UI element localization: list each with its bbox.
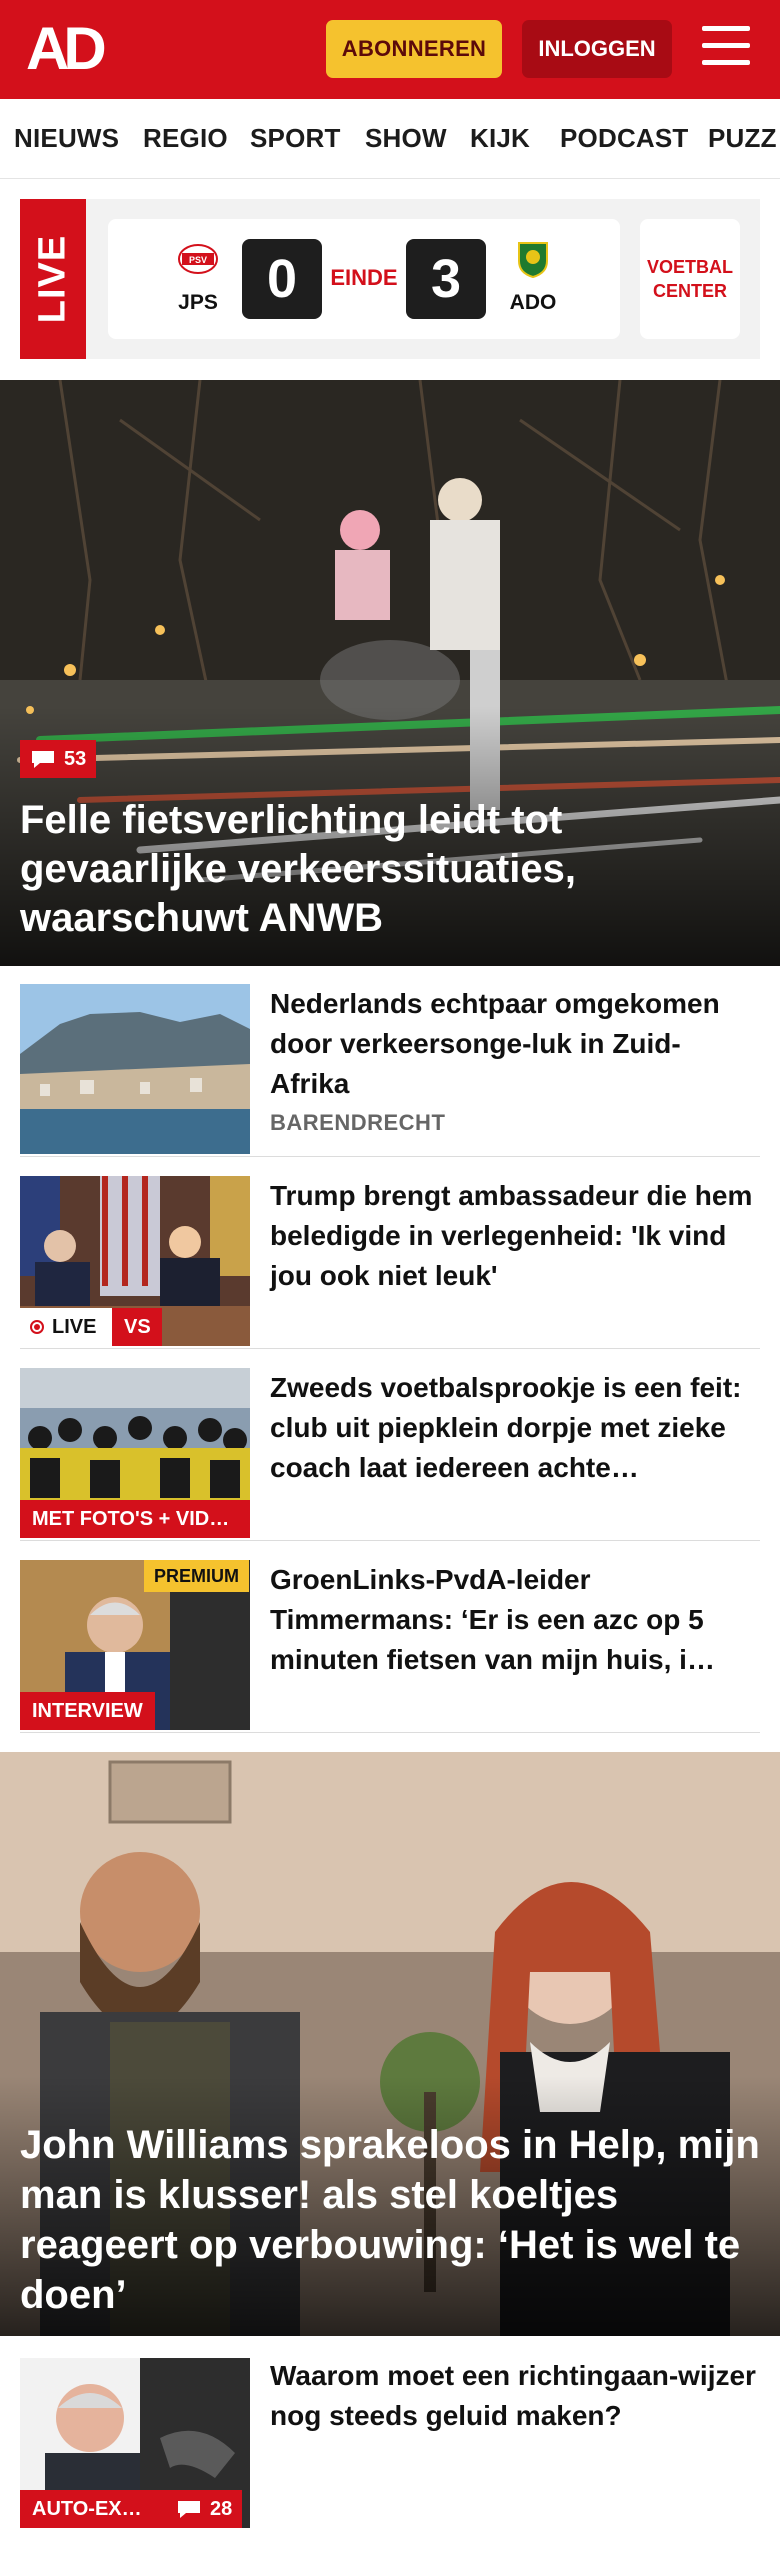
away-team: ADO <box>498 239 568 315</box>
feature-article[interactable]: John Williams sprakeloos in Help, mijn m… <box>0 1752 780 2336</box>
live-dot-icon <box>30 1320 44 1334</box>
category-tag: INTERVIEW <box>20 1692 155 1730</box>
premium-badge: PREMIUM <box>144 1560 249 1592</box>
list-item[interactable]: PREMIUM INTERVIEW GroenLinks-PvdA-leider… <box>20 1560 760 1733</box>
comment-icon <box>32 751 54 768</box>
live-tag: LIVE <box>20 199 86 359</box>
hero-title[interactable]: Felle fietsverlichting leidt tot gevaarl… <box>20 796 740 943</box>
live-score-widget: LIVE PSV JPS 0 EINDE 3 ADO VOETBAL CENTE… <box>20 199 760 359</box>
article-title[interactable]: Zweeds voetbalsprookje is een feit: club… <box>270 1368 760 1488</box>
hero-article[interactable]: 53 Felle fietsverlichting leidt tot geva… <box>0 380 780 966</box>
article-location: BARENDRECHT <box>270 1110 446 1135</box>
list-item[interactable]: LIVE VS Trump brengt ambassadeur die hem… <box>20 1176 760 1349</box>
away-score: 3 <box>406 239 486 319</box>
ad-logo[interactable]: AD <box>26 19 116 79</box>
nav-item-regio[interactable]: REGIO <box>143 123 228 154</box>
article-title[interactable]: GroenLinks-PvdA-leider Timmermans: ‘Er i… <box>270 1560 760 1680</box>
list-item[interactable]: MET FOTO'S + VID… Zweeds voetbalsprookje… <box>20 1368 760 1541</box>
article-title[interactable]: Nederlands echtpaar omgekomen door verke… <box>270 984 760 1104</box>
home-team: PSV JPS <box>163 239 233 315</box>
live-label: LIVE <box>52 1315 97 1338</box>
category-tag: AUTO-EX… <box>20 2490 166 2528</box>
feature-title[interactable]: John Williams sprakeloos in Help, mijn m… <box>20 2120 760 2320</box>
match-card[interactable]: PSV JPS 0 EINDE 3 ADO <box>108 219 620 339</box>
media-tag: MET FOTO'S + VID… <box>20 1500 250 1538</box>
article-thumbnail <box>20 984 250 1154</box>
nav-item-show[interactable]: SHOW <box>365 123 447 154</box>
hero-comment-badge[interactable]: 53 <box>20 740 97 778</box>
comment-badge[interactable]: 28 <box>166 2490 243 2528</box>
voetbal-center-button[interactable]: VOETBAL CENTER <box>640 219 740 339</box>
svg-text:PSV: PSV <box>189 255 207 265</box>
subscribe-button[interactable]: ABONNEREN <box>326 20 502 78</box>
site-header: AD ABONNEREN INLOGGEN <box>0 0 780 99</box>
hero-comment-count: 53 <box>64 747 87 770</box>
list-item[interactable]: Nederlands echtpaar omgekomen door verke… <box>20 984 760 1157</box>
nav-item-nieuws[interactable]: NIEUWS <box>14 123 119 154</box>
list-item[interactable]: AUTO-EX… 28 Waarom moet een richtingaan-… <box>20 2354 760 2544</box>
hamburger-icon[interactable] <box>702 26 750 70</box>
nav-item-kijk[interactable]: KIJK <box>470 123 530 154</box>
nav-item-podcast[interactable]: PODCAST <box>560 123 689 154</box>
nav-item-sport[interactable]: SPORT <box>250 123 341 154</box>
ado-crest-icon <box>518 242 548 279</box>
login-button[interactable]: INLOGGEN <box>522 20 672 78</box>
live-tag-small: LIVE <box>20 1308 112 1346</box>
home-team-name: JPS <box>178 291 218 314</box>
psv-crest-icon: PSV <box>178 244 218 274</box>
article-title[interactable]: Waarom moet een richtingaan-wijzer nog s… <box>270 2356 760 2436</box>
article-title[interactable]: Trump brengt ambassadeur die hem beledig… <box>270 1176 760 1296</box>
home-score: 0 <box>242 239 322 319</box>
nav-item-puzzel[interactable]: PUZZ <box>708 123 777 154</box>
match-status: EINDE <box>330 265 398 290</box>
comment-count: 28 <box>210 2497 233 2520</box>
category-tag: VS <box>112 1308 162 1346</box>
away-team-name: ADO <box>509 291 557 314</box>
live-tag-label: LIVE <box>31 234 74 324</box>
main-nav: NIEUWS REGIO SPORT SHOW KIJK PODCAST PUZ… <box>0 99 780 179</box>
comment-icon <box>178 2501 200 2518</box>
